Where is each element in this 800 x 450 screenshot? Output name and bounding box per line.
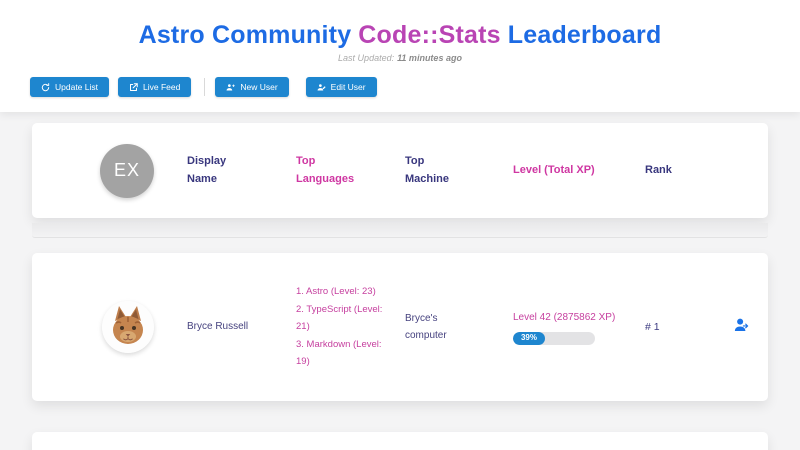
edit-user-button[interactable]: Edit User [306,77,377,97]
example-avatar: EX [100,144,154,198]
column-header-rank: Rank [645,162,705,180]
person-plus-icon [226,83,235,92]
title-part-codestats: Code::Stats [358,21,500,49]
xp-progress-fill: 39% [513,332,545,345]
external-link-icon [129,83,138,92]
cell-top-machine: Bryce's computer [405,310,473,345]
cat-avatar-image [102,301,154,353]
column-header-level: Level (Total XP) [513,162,597,180]
user-avatar [102,301,154,353]
toolbar-divider [204,78,205,96]
leaderboard-row: Bryce Russell 1. Astro (Level: 23) 2. Ty… [32,253,768,401]
person-arrow-icon[interactable] [733,316,751,339]
title-part-community: Astro Community [139,21,352,49]
edit-user-label: Edit User [331,82,366,92]
cell-display-name: Bryce Russell [187,318,251,336]
column-header-top-languages: Top Languages [296,153,360,188]
new-user-label: New User [240,82,277,92]
language-item: 3. Markdown (Level: 19) [296,336,396,371]
update-list-label: Update List [55,82,98,92]
xp-progress-bar: 39% [513,332,595,345]
last-updated: Last Updated:11 minutes ago [0,53,800,63]
card-stack-divider [32,223,768,238]
column-header-top-machine: Top Machine [405,153,471,188]
last-updated-label: Last Updated: [338,53,394,63]
language-item: 2. TypeScript (Level: 21) [296,301,396,336]
person-edit-icon [317,83,326,92]
title-part-leaderboard: Leaderboard [508,21,662,49]
update-list-button[interactable]: Update List [30,77,109,97]
page-header: Astro CommunityCode::Stats Leaderboard La… [0,0,800,112]
cell-level: Level 42 (2875862 XP) 39% [513,310,633,345]
leaderboard-header-card: EX Display Name Top Languages Top Machin… [32,123,768,218]
language-item: 1. Astro (Level: 23) [296,283,396,301]
refresh-icon [41,83,50,92]
cell-top-languages: 1. Astro (Level: 23) 2. TypeScript (Leve… [296,283,396,371]
next-row-card-partial [32,432,768,450]
new-user-button[interactable]: New User [215,77,288,97]
live-feed-label: Live Feed [143,82,180,92]
page-title: Astro CommunityCode::Stats Leaderboard [0,0,800,51]
toolbar: Update List Live Feed New User Edit User [30,77,386,97]
last-updated-value: 11 minutes ago [397,53,462,63]
live-feed-button[interactable]: Live Feed [118,77,191,97]
column-header-display-name: Display Name [187,153,253,188]
level-label: Level 42 (2875862 XP) [513,310,633,326]
cell-rank: # 1 [645,321,733,333]
